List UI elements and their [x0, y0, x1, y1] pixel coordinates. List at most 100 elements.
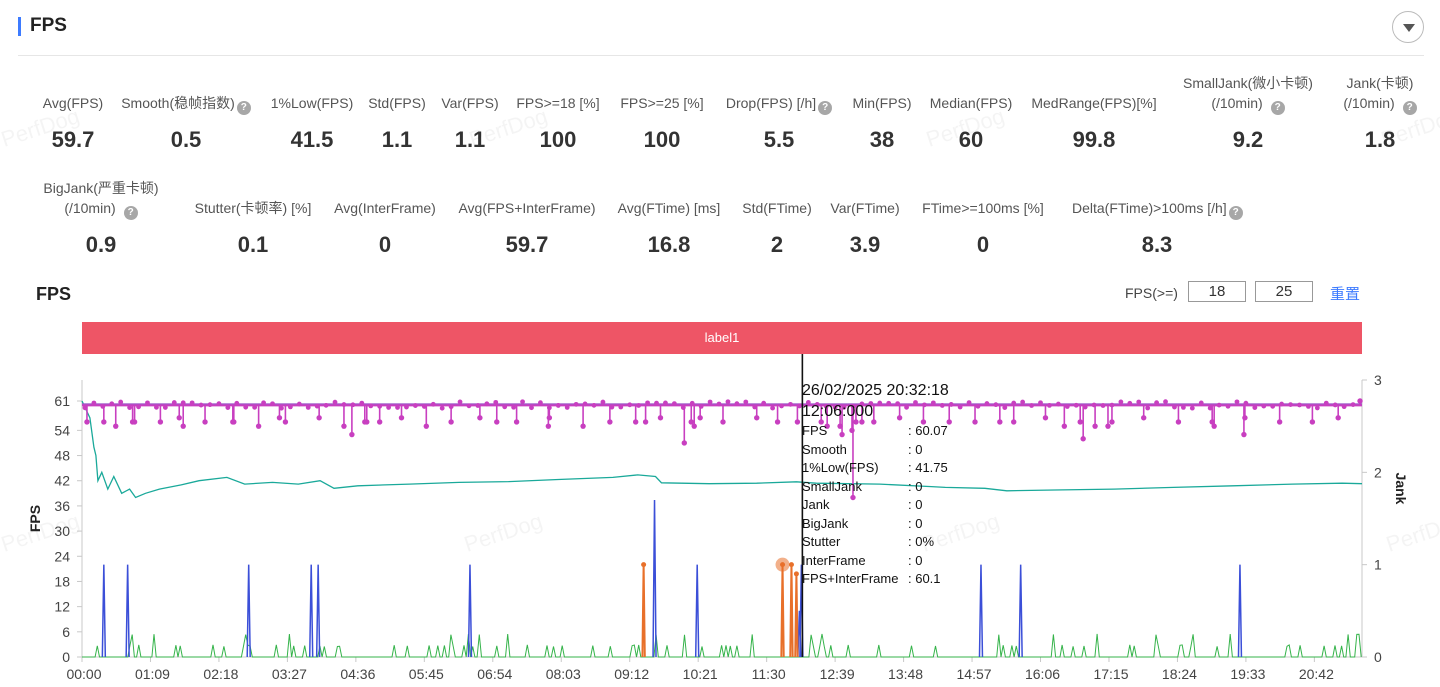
tooltip-row: Smooth: 0 — [802, 441, 949, 460]
tooltip-key: SmallJank — [802, 478, 862, 494]
fps-point — [1092, 423, 1098, 429]
fps-point — [1306, 403, 1311, 409]
fps-point — [1175, 419, 1182, 425]
fps-point — [725, 399, 731, 405]
x-tick-label: 11:30 — [752, 666, 786, 682]
fps-point — [582, 401, 588, 407]
fps-point — [1029, 403, 1034, 408]
tooltip-value: : 0 — [908, 515, 923, 531]
fps-point — [642, 419, 649, 425]
tooltip-row: 1%Low(FPS): 41.75 — [802, 459, 949, 478]
fps-point — [341, 423, 347, 429]
tooltip-row: BigJank: 0 — [802, 515, 949, 534]
fps-point — [216, 401, 222, 407]
fps-point — [1073, 402, 1079, 408]
bigjank-point — [793, 571, 799, 577]
fps-point — [421, 404, 427, 409]
fps-point — [1297, 402, 1302, 408]
fps-point — [282, 419, 289, 425]
fps-point — [1141, 415, 1147, 421]
tooltip-row: InterFrame: 0 — [802, 552, 949, 571]
fps-point — [957, 404, 963, 410]
fps-point — [1261, 403, 1267, 409]
y2-tick-label: 2 — [1374, 464, 1382, 480]
fps-point — [118, 399, 124, 405]
fps-point — [1189, 405, 1195, 411]
jank-spike — [1237, 564, 1243, 658]
tooltip-value: : 60.1 — [908, 571, 941, 586]
fps-point — [477, 415, 483, 421]
bigjank-highlight — [775, 557, 790, 572]
fps-point — [162, 405, 168, 410]
tooltip-value: : 0 — [908, 497, 923, 512]
tooltip-elapsed: 12:06:000 — [802, 403, 874, 420]
fps-point — [359, 400, 365, 406]
fps-point — [1357, 398, 1363, 404]
fps-point — [1242, 415, 1248, 421]
fps-point — [1020, 399, 1026, 405]
fps-point — [82, 405, 88, 411]
fps-point — [632, 419, 639, 425]
fps-point — [180, 400, 186, 406]
fps-point — [1252, 405, 1258, 411]
fps-point — [1082, 404, 1088, 410]
fps-point — [788, 401, 793, 407]
fps-point — [493, 399, 499, 405]
fps-point — [671, 401, 677, 406]
fps-point — [207, 402, 213, 408]
fps-point — [1080, 436, 1086, 442]
fps-chart[interactable]: 06121824303642485461012300:00 01:09 02:18 0… — [0, 0, 1440, 687]
fps-point — [1055, 401, 1061, 407]
fps-point — [1288, 402, 1293, 407]
fps-point — [439, 405, 445, 411]
fps-point — [1145, 405, 1151, 411]
fps-point — [1279, 401, 1285, 407]
fps-point — [171, 400, 177, 405]
fps-point — [645, 400, 650, 406]
fps-point — [1109, 419, 1115, 425]
fps-point — [538, 400, 543, 406]
fps-point — [779, 403, 784, 409]
fps-point — [993, 402, 999, 408]
y-tick-label: 42 — [54, 473, 70, 489]
fps-point — [176, 415, 182, 421]
fps-point — [1077, 419, 1083, 425]
jank-spike — [246, 564, 251, 658]
fps-point — [1042, 415, 1049, 421]
fps-point — [697, 415, 703, 421]
fps-point — [377, 403, 383, 409]
fps-point — [975, 403, 981, 409]
fps-point — [127, 405, 133, 410]
fps-point — [716, 401, 722, 407]
bigjank-spike — [794, 573, 799, 658]
fps-point — [287, 404, 293, 410]
fps-point — [154, 404, 159, 410]
x-tick-label: 04:36 — [340, 666, 375, 682]
fps-point — [395, 405, 400, 410]
chart-tooltip: 26/02/2025 20:32:18 12:06:000 FPS: 60.07… — [802, 380, 949, 589]
fps-point — [966, 400, 972, 406]
fps-point — [255, 423, 262, 429]
fps-point — [1109, 402, 1115, 408]
fps-point — [1234, 399, 1240, 405]
x-tick-label: 05:45 — [409, 666, 444, 682]
fps-point — [231, 419, 237, 425]
fps-point — [752, 404, 758, 410]
fps-point — [136, 404, 141, 410]
fps-point — [1091, 402, 1097, 408]
fps-point — [1241, 431, 1247, 438]
fps-point — [743, 399, 749, 405]
y-tick-label: 54 — [54, 422, 70, 438]
y-tick-label: 0 — [62, 649, 70, 665]
x-tick-label: 03:27 — [272, 666, 307, 682]
fps-point — [984, 401, 990, 406]
fps-point — [1243, 400, 1249, 406]
fps-point — [720, 419, 726, 425]
fps-point — [1002, 405, 1008, 410]
fps-point — [145, 400, 150, 406]
fps-point — [101, 419, 107, 425]
fps-point — [663, 400, 668, 406]
fps-point — [279, 405, 284, 411]
y-tick-label: 30 — [54, 523, 70, 539]
x-tick-label: 02:18 — [203, 666, 238, 682]
